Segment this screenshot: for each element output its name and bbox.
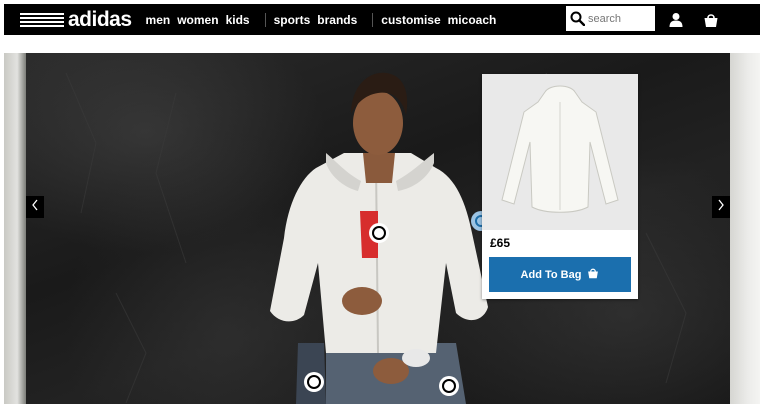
product-price: £65	[490, 236, 511, 250]
add-to-bag-button[interactable]: Add To Bag	[489, 257, 631, 292]
chevron-left-icon	[31, 198, 39, 216]
logo-text: adidas	[68, 8, 132, 31]
shopping-bag-icon	[587, 267, 599, 282]
product-popup: £65 Add To Bag	[482, 74, 638, 299]
nav-link-women[interactable]: women	[177, 13, 218, 27]
shopping-bag-icon[interactable]	[701, 10, 721, 30]
nav-link-sports[interactable]: sports	[274, 13, 311, 27]
nav-link-brands[interactable]: brands	[317, 13, 357, 27]
product-hotspot-wristband[interactable]	[439, 376, 459, 396]
product-image[interactable]	[482, 74, 638, 230]
user-icon[interactable]	[666, 10, 686, 30]
previous-slide-peek[interactable]	[4, 53, 26, 404]
carousel-next-button[interactable]	[712, 196, 730, 218]
nav-group-category: sports brands	[264, 12, 365, 27]
carousel-prev-button[interactable]	[26, 196, 44, 218]
product-hotspot-tights[interactable]	[304, 372, 324, 392]
product-hotspot-top[interactable]	[369, 223, 389, 243]
nav-group-services: customise micoach	[372, 12, 503, 27]
nav-link-kids[interactable]: kids	[226, 13, 250, 27]
search-box	[566, 6, 655, 31]
nav-group-audience: men women kids	[146, 13, 257, 27]
search-icon[interactable]	[566, 6, 588, 31]
nav-link-customise[interactable]: customise	[381, 13, 440, 27]
nav-link-micoach[interactable]: micoach	[448, 13, 497, 27]
chevron-right-icon	[717, 198, 725, 216]
logo-stripes-icon	[20, 12, 64, 27]
top-navigation-bar: adidas men women kids sports brands cust…	[4, 4, 760, 35]
add-to-bag-label: Add To Bag	[520, 268, 582, 281]
search-input[interactable]	[588, 7, 652, 30]
nav-link-men[interactable]: men	[146, 13, 171, 27]
adidas-logo[interactable]: adidas	[20, 4, 132, 35]
next-slide-peek[interactable]	[730, 53, 760, 404]
